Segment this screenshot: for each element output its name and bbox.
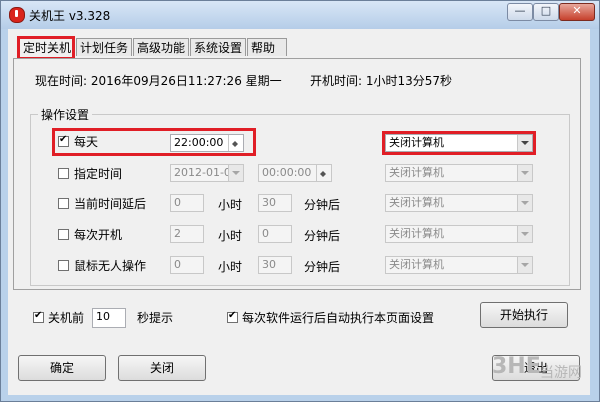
idle-minutes-unit: 分钟后: [304, 260, 341, 274]
title-bar: 关机王 v3.328 — □ ✕: [1, 1, 599, 29]
specific-date-picker[interactable]: 2012-01-01: [170, 164, 244, 182]
current-time-label: 现在时间: 2016年09月26日11:27:26 星期一: [35, 74, 282, 88]
auto-run-label: 每次软件运行后自动执行本页面设置: [242, 311, 435, 325]
delay-hours-unit: 小时: [218, 198, 243, 212]
idle-mouse-label: 鼠标无人操作: [74, 259, 147, 273]
ok-button[interactable]: 确定: [18, 355, 106, 381]
every-boot-checkbox[interactable]: [58, 229, 69, 240]
delay-hours-field[interactable]: 0: [170, 194, 204, 212]
idle-hours-field[interactable]: 0: [170, 256, 204, 274]
window-title: 关机王 v3.328: [29, 9, 111, 23]
tab-help[interactable]: 帮助: [247, 38, 287, 56]
idle-hours-unit: 小时: [218, 260, 243, 274]
start-execute-button[interactable]: 开始执行: [480, 302, 568, 328]
close-button[interactable]: 关闭: [118, 355, 206, 381]
delay-checkbox[interactable]: [58, 198, 69, 209]
calendar-dropdown-icon: [228, 165, 243, 181]
close-window-button[interactable]: ✕: [559, 3, 595, 21]
pre-shutdown-seconds-field[interactable]: 10: [92, 308, 126, 328]
delay-minutes-field[interactable]: 30: [258, 194, 292, 212]
chevron-down-icon: [517, 226, 532, 242]
boot-hours-unit: 小时: [218, 229, 243, 243]
delay-minutes-unit: 分钟后: [304, 198, 341, 212]
pre-shutdown-unit: 秒提示: [137, 311, 174, 325]
tab-scheduled-tasks[interactable]: 计划任务: [76, 38, 132, 56]
delay-label: 当前时间延后: [74, 197, 147, 211]
power-icon: [9, 7, 25, 23]
specific-action-select[interactable]: 关闭计算机: [385, 164, 533, 182]
pre-shutdown-label: 关机前: [48, 311, 85, 325]
chevron-down-icon: [517, 165, 532, 181]
tab-advanced[interactable]: 高级功能: [133, 38, 189, 56]
delay-action-select[interactable]: 关闭计算机: [385, 194, 533, 212]
tab-system-settings[interactable]: 系统设置: [190, 38, 246, 56]
specific-time-checkbox[interactable]: [58, 168, 69, 179]
boot-action-select[interactable]: 关闭计算机: [385, 225, 533, 243]
highlight-daily-box: [52, 128, 256, 156]
boot-minutes-field[interactable]: 0: [258, 225, 292, 243]
maximize-button[interactable]: □: [533, 3, 559, 21]
boot-hours-field[interactable]: 2: [170, 225, 204, 243]
every-boot-label: 每次开机: [74, 228, 123, 242]
specific-time-field[interactable]: 00:00:00: [258, 164, 332, 182]
watermark-site: 当游网: [540, 365, 582, 381]
idle-minutes-field[interactable]: 30: [258, 256, 292, 274]
pre-shutdown-checkbox[interactable]: [33, 310, 44, 323]
chevron-down-icon: [517, 195, 532, 211]
time-spinner-icon[interactable]: [316, 165, 331, 181]
uptime-label: 开机时间: 1小时13分57秒: [310, 74, 453, 88]
idle-action-select[interactable]: 关闭计算机: [385, 256, 533, 274]
group-title: 操作设置: [38, 106, 93, 123]
highlight-action-box: [382, 131, 536, 155]
chevron-down-icon: [517, 257, 532, 273]
idle-mouse-checkbox[interactable]: [58, 260, 69, 271]
specific-time-label: 指定时间: [74, 167, 123, 181]
boot-minutes-unit: 分钟后: [304, 229, 341, 243]
auto-run-checkbox[interactable]: [227, 310, 238, 323]
minimize-button[interactable]: —: [507, 3, 533, 21]
watermark-logo: 3HE: [492, 354, 541, 379]
highlight-tab-box: [17, 36, 75, 60]
